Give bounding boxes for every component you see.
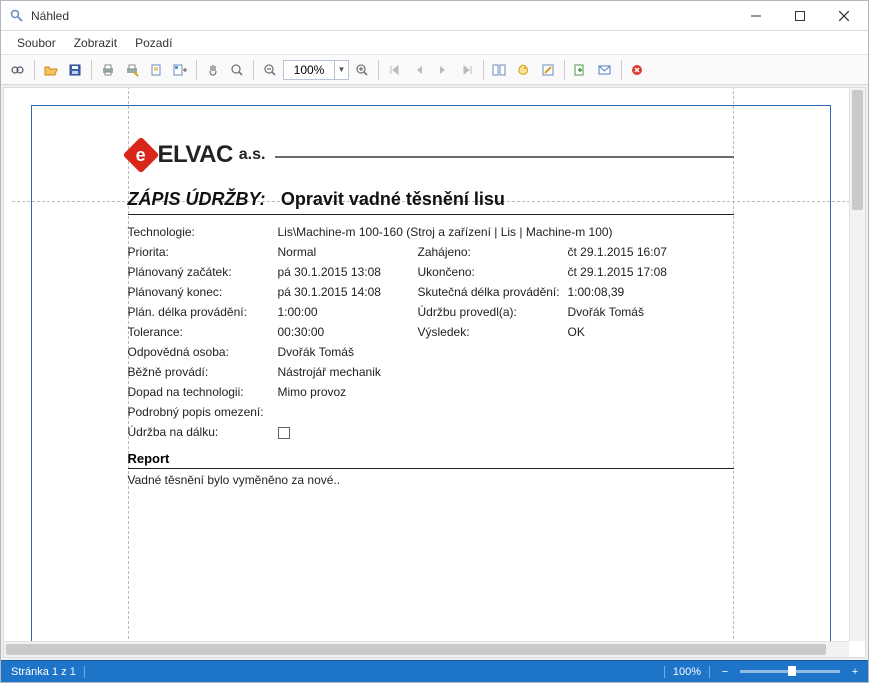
close-preview-icon[interactable] (627, 59, 649, 81)
vysledek-value: OK (568, 325, 728, 339)
plan-konec-label: Plánovaný konec: (128, 285, 278, 299)
provedl-value: Dvořák Tomáš (568, 305, 728, 319)
page-layout-icon[interactable] (169, 59, 191, 81)
remote-checkbox (278, 427, 290, 439)
titlebar: Náhled (1, 1, 868, 31)
dopad-value: Mimo provoz (278, 385, 418, 399)
multipage-icon[interactable] (489, 59, 511, 81)
quick-print-icon[interactable] (121, 59, 143, 81)
menu-background[interactable]: Pozadí (127, 34, 180, 52)
minimize-button[interactable] (734, 2, 778, 30)
find-icon[interactable] (7, 59, 29, 81)
logo-divider (275, 156, 733, 158)
content-area: e ELVAC a.s. ZÁPIS ÚDRŽBY: Opravit vadné… (3, 87, 866, 658)
info-grid: Technologie: Lis\Machine-m 100-160 (Stro… (128, 225, 734, 439)
zoom-out-button[interactable]: − (718, 666, 732, 678)
document-content: e ELVAC a.s. ZÁPIS ÚDRŽBY: Opravit vadné… (128, 141, 734, 487)
window-title: Náhled (31, 9, 734, 23)
ukonceno-value: čt 29.1.2015 17:08 (568, 265, 728, 279)
dalku-label: Údržba na dálku: (128, 425, 278, 439)
zoom-in-button[interactable]: + (848, 666, 862, 678)
odpovedna-value: Dvořák Tomáš (278, 345, 418, 359)
magnifier-icon[interactable] (226, 59, 248, 81)
document-title: ZÁPIS ÚDRŽBY: Opravit vadné těsnění lisu (128, 189, 734, 215)
app-icon (9, 8, 25, 24)
maximize-button[interactable] (778, 2, 822, 30)
menu-view[interactable]: Zobrazit (66, 34, 125, 52)
zoom-combobox[interactable]: ▼ (283, 60, 349, 80)
dalku-value (278, 425, 418, 439)
ukonceno-label: Ukončeno: (418, 265, 568, 279)
tolerance-label: Tolerance: (128, 325, 278, 339)
tolerance-value: 00:30:00 (278, 325, 418, 339)
close-button[interactable] (822, 2, 866, 30)
plan-delka-value: 1:00:00 (278, 305, 418, 319)
report-section: Report Vadné těsnění bylo vyměněno za no… (128, 451, 734, 487)
title-action: Opravit vadné těsnění lisu (281, 189, 505, 209)
status-zoom: 100% (664, 666, 710, 678)
report-heading: Report (128, 451, 734, 469)
logo-diamond-icon: e (122, 137, 159, 174)
open-icon[interactable] (40, 59, 62, 81)
watermark-icon[interactable] (537, 59, 559, 81)
zoom-in-icon[interactable] (351, 59, 373, 81)
zahajeno-label: Zahájeno: (418, 245, 568, 259)
last-page-icon[interactable] (456, 59, 478, 81)
title-prefix: ZÁPIS ÚDRŽBY: (128, 189, 266, 209)
zoom-slider-handle[interactable] (788, 666, 796, 676)
skut-delka-value: 1:00:08,39 (568, 285, 728, 299)
hand-tool-icon[interactable] (202, 59, 224, 81)
popis-label: Podrobný popis omezení: (128, 405, 278, 419)
export-icon[interactable] (570, 59, 592, 81)
report-page: e ELVAC a.s. ZÁPIS ÚDRŽBY: Opravit vadné… (31, 105, 831, 645)
zahajeno-value: čt 29.1.2015 16:07 (568, 245, 728, 259)
plan-delka-label: Plán. délka provádění: (128, 305, 278, 319)
dopad-label: Dopad na technologii: (128, 385, 278, 399)
plan-zacatek-label: Plánovaný začátek: (128, 265, 278, 279)
popis-value (278, 405, 728, 419)
toolbar: ▼ (1, 55, 868, 85)
preview-viewport[interactable]: e ELVAC a.s. ZÁPIS ÚDRŽBY: Opravit vadné… (4, 88, 865, 657)
save-icon[interactable] (64, 59, 86, 81)
plan-konec-value: pá 30.1.2015 14:08 (278, 285, 418, 299)
zoom-input[interactable] (284, 61, 334, 79)
zoom-out-icon[interactable] (259, 59, 281, 81)
vscroll-thumb[interactable] (852, 90, 863, 210)
vertical-scrollbar[interactable] (849, 88, 865, 641)
color-icon[interactable] (513, 59, 535, 81)
first-page-icon[interactable] (384, 59, 406, 81)
logo-row: e ELVAC a.s. (128, 141, 734, 169)
plan-zacatek-value: pá 30.1.2015 13:08 (278, 265, 418, 279)
horizontal-scrollbar[interactable] (4, 641, 849, 657)
priorita-value: Normal (278, 245, 418, 259)
logo-brand: ELVAC (158, 141, 233, 169)
provedl-label: Údržbu provedl(a): (418, 305, 568, 319)
zoom-slider[interactable] (740, 670, 840, 673)
company-logo: e ELVAC a.s. (128, 141, 266, 169)
odpovedna-label: Odpovědná osoba: (128, 345, 278, 359)
print-icon[interactable] (97, 59, 119, 81)
page-setup-icon[interactable] (145, 59, 167, 81)
bezne-label: Běžně provádí: (128, 365, 278, 379)
logo-suffix: a.s. (239, 146, 266, 164)
prev-page-icon[interactable] (408, 59, 430, 81)
menubar: Soubor Zobrazit Pozadí (1, 31, 868, 55)
menu-file[interactable]: Soubor (9, 34, 64, 52)
technologie-label: Technologie: (128, 225, 278, 239)
priorita-label: Priorita: (128, 245, 278, 259)
next-page-icon[interactable] (432, 59, 454, 81)
statusbar: Stránka 1 z 1 100% − + (1, 660, 868, 682)
vysledek-label: Výsledek: (418, 325, 568, 339)
hscroll-thumb[interactable] (6, 644, 826, 655)
skut-delka-label: Skutečná délka provádění: (418, 285, 568, 299)
bezne-value: Nástrojář mechanik (278, 365, 418, 379)
zoom-dropdown-arrow[interactable]: ▼ (334, 61, 348, 79)
status-page: Stránka 1 z 1 (7, 666, 85, 678)
email-icon[interactable] (594, 59, 616, 81)
report-body: Vadné těsnění bylo vyměněno za nové.. (128, 473, 734, 487)
technologie-value: Lis\Machine-m 100-160 (Stroj a zařízení … (278, 225, 728, 239)
